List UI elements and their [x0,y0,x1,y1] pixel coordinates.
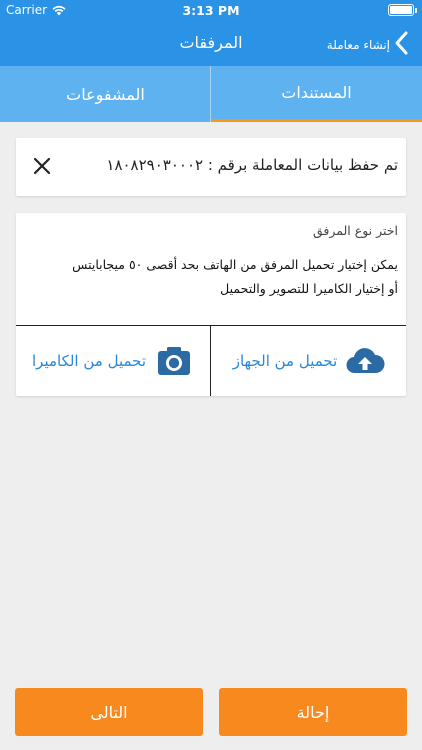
refer-button[interactable]: إحالة [219,688,407,736]
close-icon[interactable] [30,154,54,178]
battery-icon [388,4,417,16]
upload-from-device-label: تحميل من الجهاز [232,352,338,370]
back-chevron-icon [395,31,408,55]
attachment-card: اختر نوع المرفق يمكن إختيار تحميل المرفق… [16,213,406,396]
tab-exhibits[interactable]: المشفوعات [0,66,211,122]
camera-icon [158,347,191,375]
upload-from-camera-button[interactable]: تحميل من الكاميرا [16,326,210,396]
nav-bar: المرفقات إنشاء معاملة [0,20,422,66]
back-button[interactable]: إنشاء معاملة [327,30,412,56]
options-divider [210,325,211,396]
save-notification-text: تم حفظ بيانات المعاملة برقم : ١٨٠٨٢٩٠٣٠٠… [106,156,398,174]
tab-bar: المشفوعات المستندات [0,66,422,122]
tab-exhibits-label: المشفوعات [66,84,145,104]
description-line-1: يمكن إختيار تحميل المرفق من الهاتف بحد أ… [72,257,398,272]
tab-documents[interactable]: المستندات [211,66,422,122]
description-line-2: أو إختيار الكاميرا للتصوير والتحميل [220,281,398,296]
attachment-description: يمكن إختيار تحميل المرفق من الهاتف بحد أ… [24,253,398,301]
tab-divider [210,66,211,122]
next-button[interactable]: التالى [15,688,203,736]
status-time: 3:13 PM [182,3,240,18]
upload-from-device-button[interactable]: تحميل من الجهاز [212,326,406,396]
attachment-type-heading: اختر نوع المرفق [312,223,398,238]
back-label: إنشاء معاملة [326,37,390,52]
status-bar: Carrier 3:13 PM [0,0,422,20]
cloud-upload-icon [346,348,385,374]
save-notification: تم حفظ بيانات المعاملة برقم : ١٨٠٨٢٩٠٣٠٠… [16,138,406,196]
tab-documents-label: المستندات [281,83,352,102]
upload-from-camera-label: تحميل من الكاميرا [32,352,147,370]
